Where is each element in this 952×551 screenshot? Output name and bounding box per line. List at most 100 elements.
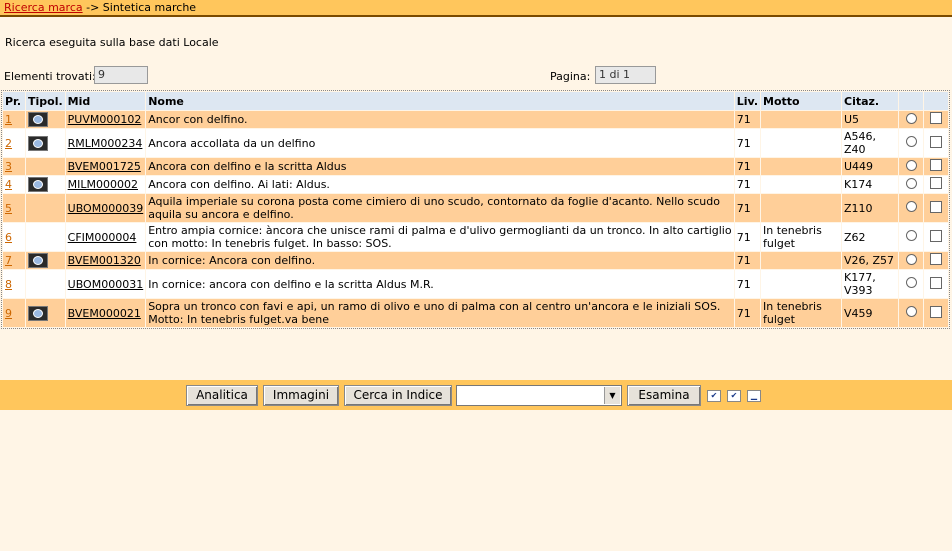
col-header-motto: Motto xyxy=(761,92,841,110)
cell-mid: UBOM000039 xyxy=(65,194,146,222)
mid-link[interactable]: UBOM000031 xyxy=(68,278,144,291)
cell-motto xyxy=(761,252,841,269)
mid-link[interactable]: BVEM000021 xyxy=(68,307,141,320)
cell-liv: 71 xyxy=(734,299,760,327)
immagini-button[interactable]: Immagini xyxy=(263,385,339,406)
page-label: Pagina: xyxy=(550,70,591,83)
action-toolbar: Analitica Immagini Cerca in Indice ▼ Esa… xyxy=(0,380,952,410)
cell-mid: BVEM001725 xyxy=(65,158,146,175)
breadcrumb-separator: -> xyxy=(86,1,100,14)
row-number-link[interactable]: 9 xyxy=(5,307,12,320)
table-row: 5 UBOM000039 Aquila imperiale su corona po… xyxy=(3,194,948,222)
index-select[interactable]: ▼ xyxy=(456,385,622,406)
breadcrumb-link-ricerca-marca[interactable]: Ricerca marca xyxy=(4,1,83,14)
mid-link[interactable]: MILM000002 xyxy=(68,178,138,191)
cell-mid: UBOM000031 xyxy=(65,270,146,298)
table-row: 6 CFIM000004 Entro ampia cornice: àncora c… xyxy=(3,223,948,251)
deselect-all-icon[interactable]: ✔ xyxy=(727,390,741,402)
mid-link[interactable]: PUVM000102 xyxy=(68,113,142,126)
cell-tipol xyxy=(26,223,65,251)
cerca-in-indice-button[interactable]: Cerca in Indice xyxy=(344,385,452,406)
row-number-link[interactable]: 2 xyxy=(5,137,12,150)
row-checkbox[interactable] xyxy=(930,305,942,318)
mid-link[interactable]: BVEM001725 xyxy=(68,160,141,173)
row-number-link[interactable]: 4 xyxy=(5,178,12,191)
esamina-button[interactable]: Esamina xyxy=(627,385,701,406)
cell-nome: In cornice: Ancora con delfino. xyxy=(146,252,734,269)
table-row: 1 PUVM000102 Ancor con delfino. 71 U5 xyxy=(3,111,948,128)
cell-motto xyxy=(761,129,841,157)
cell-mid: BVEM001320 xyxy=(65,252,146,269)
cell-radio xyxy=(899,111,923,128)
camera-icon[interactable] xyxy=(28,305,48,321)
cell-liv: 71 xyxy=(734,223,760,251)
cell-pr: 2 xyxy=(3,129,25,157)
table-row: 8 UBOM000031 In cornice: ancora con delfin… xyxy=(3,270,948,298)
table-header-row: Pr. Tipol. Mid Nome Liv. Motto Citaz. xyxy=(3,92,948,110)
row-number-link[interactable]: 8 xyxy=(5,278,12,291)
row-number-link[interactable]: 6 xyxy=(5,231,12,244)
row-radio[interactable] xyxy=(905,112,917,124)
row-radio[interactable] xyxy=(905,277,917,288)
cell-tipol xyxy=(26,299,65,327)
camera-icon[interactable] xyxy=(28,135,48,151)
row-radio[interactable] xyxy=(905,159,917,171)
chevron-down-icon[interactable]: ▼ xyxy=(604,387,620,404)
results-table: Pr. Tipol. Mid Nome Liv. Motto Citaz. 1 P… xyxy=(1,90,950,329)
row-radio[interactable] xyxy=(905,306,917,317)
col-header-citaz: Citaz. xyxy=(842,92,898,110)
row-radio[interactable] xyxy=(905,201,917,212)
camera-icon[interactable] xyxy=(28,253,48,268)
cell-radio xyxy=(899,129,923,157)
cell-motto xyxy=(761,176,841,193)
cell-nome: Ancor con delfino. xyxy=(146,111,734,128)
page-field: 1 di 1 xyxy=(595,66,656,84)
row-checkbox[interactable] xyxy=(930,159,942,171)
row-checkbox[interactable] xyxy=(930,112,942,124)
cell-motto xyxy=(761,111,841,128)
row-number-link[interactable]: 5 xyxy=(5,202,12,215)
mid-link[interactable]: CFIM000004 xyxy=(68,231,137,244)
table-row: 3 BVEM001725 Ancora con delfino e la scrit… xyxy=(3,158,948,175)
cell-radio xyxy=(899,223,923,251)
row-number-link[interactable]: 7 xyxy=(5,254,12,267)
mid-link[interactable]: BVEM001320 xyxy=(68,254,141,267)
row-radio[interactable] xyxy=(905,253,917,265)
cell-radio xyxy=(899,270,923,298)
cell-nome: Ancora con delfino. Ai lati: Aldus. xyxy=(146,176,734,193)
row-checkbox[interactable] xyxy=(930,253,942,265)
cell-radio xyxy=(899,252,923,269)
cell-tipol xyxy=(26,111,65,128)
reset-icon[interactable]: ▁ xyxy=(747,390,761,402)
select-all-icon[interactable]: ✔ xyxy=(707,390,721,402)
row-checkbox[interactable] xyxy=(930,276,942,289)
cell-liv: 71 xyxy=(734,194,760,222)
col-header-radio xyxy=(899,92,923,110)
row-checkbox[interactable] xyxy=(930,177,942,189)
cell-tipol xyxy=(26,176,65,193)
cell-check xyxy=(924,176,948,193)
row-checkbox[interactable] xyxy=(930,229,942,242)
row-number-link[interactable]: 3 xyxy=(5,160,12,173)
camera-icon[interactable] xyxy=(28,177,48,192)
camera-icon[interactable] xyxy=(28,112,48,127)
row-radio[interactable] xyxy=(905,136,917,147)
row-number-link[interactable]: 1 xyxy=(5,113,12,126)
mid-link[interactable]: UBOM000039 xyxy=(68,202,144,215)
col-header-check xyxy=(924,92,948,110)
cell-citaz: K174 xyxy=(842,176,898,193)
col-header-nome: Nome xyxy=(146,92,734,110)
cell-tipol xyxy=(26,270,65,298)
row-radio[interactable] xyxy=(905,230,917,241)
cell-nome: Sopra un tronco con favi e api, un ramo … xyxy=(146,299,734,327)
cell-check xyxy=(924,252,948,269)
row-checkbox[interactable] xyxy=(930,200,942,213)
cell-mid: RMLM000234 xyxy=(65,129,146,157)
row-radio[interactable] xyxy=(905,177,917,189)
cell-radio xyxy=(899,299,923,327)
cell-tipol xyxy=(26,252,65,269)
mid-link[interactable]: RMLM000234 xyxy=(68,137,143,150)
cell-liv: 71 xyxy=(734,158,760,175)
row-checkbox[interactable] xyxy=(930,135,942,148)
analitica-button[interactable]: Analitica xyxy=(186,385,258,406)
